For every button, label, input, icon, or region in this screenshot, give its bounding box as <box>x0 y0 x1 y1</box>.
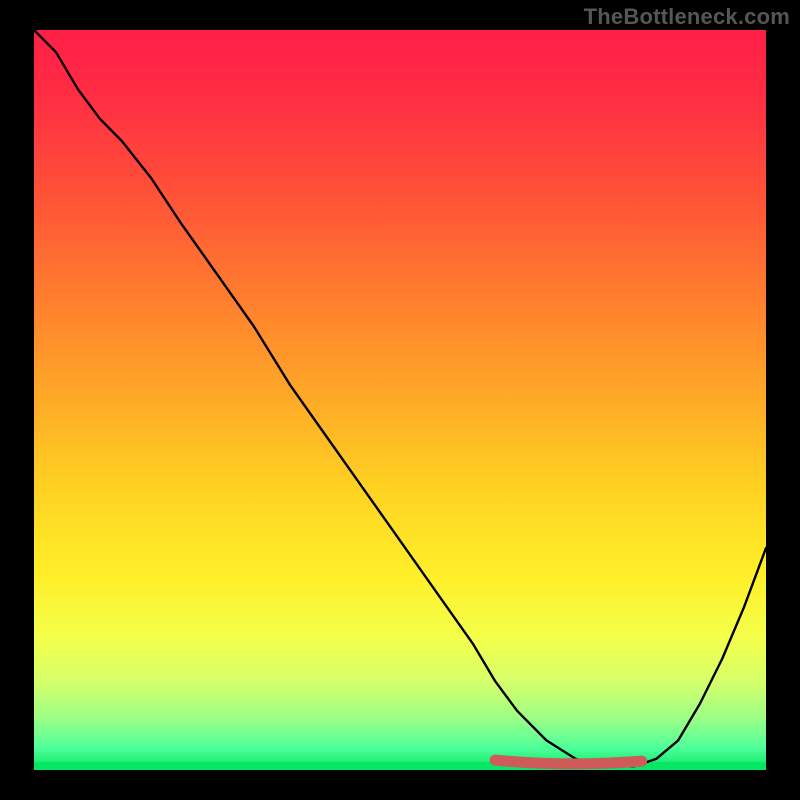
bottleneck-curve <box>34 30 766 766</box>
plot-area <box>34 30 766 770</box>
watermark-text: TheBottleneck.com <box>584 4 790 30</box>
chart-svg <box>34 30 766 770</box>
plot-frame <box>34 30 766 770</box>
optimal-range-marker <box>495 760 641 764</box>
chart-container: TheBottleneck.com <box>0 0 800 800</box>
